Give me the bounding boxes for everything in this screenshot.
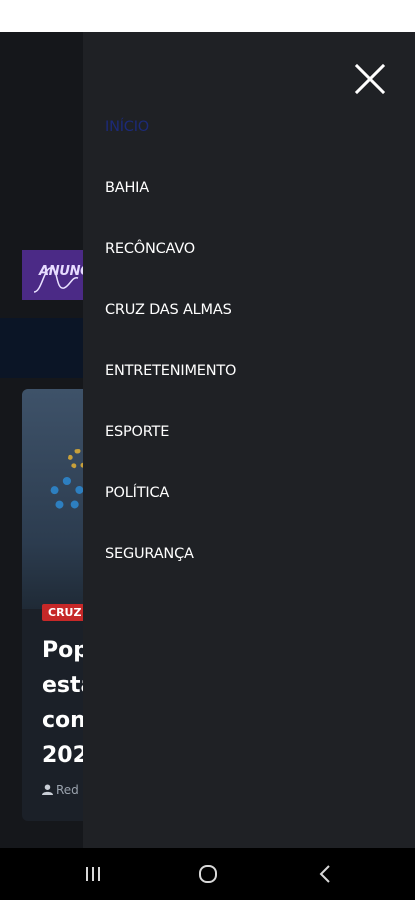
menu-item-reconcavo[interactable]: RECÔNCAVO [105, 242, 236, 303]
menu-item-politica[interactable]: POLÍTICA [105, 486, 236, 547]
navigation-drawer: INÍCIO BAHIA RECÔNCAVO CRUZ DAS ALMAS EN… [83, 32, 415, 848]
close-button[interactable] [353, 62, 387, 96]
gear-icon [50, 477, 84, 511]
home-button[interactable] [196, 862, 220, 886]
menu-item-bahia[interactable]: BAHIA [105, 181, 236, 242]
dimmed-page: ANUNC CRUZ Pop esta con 202 Red INÍCIO B… [0, 32, 415, 848]
back-button[interactable] [313, 862, 337, 886]
menu-item-inicio[interactable]: INÍCIO [105, 120, 236, 181]
status-bar [0, 0, 415, 32]
recents-icon [86, 867, 100, 881]
menu-item-esporte[interactable]: ESPORTE [105, 425, 236, 486]
menu-item-entretenimento[interactable]: ENTRETENIMENTO [105, 364, 236, 425]
author-name: Red [56, 783, 79, 797]
category-badge[interactable]: CRUZ [42, 604, 88, 621]
menu-item-seguranca[interactable]: SEGURANÇA [105, 547, 236, 608]
close-icon [354, 63, 386, 95]
home-icon [199, 865, 217, 883]
system-navigation-bar [0, 848, 415, 900]
ad-banner-text: ANUNC [39, 264, 90, 279]
back-icon [319, 865, 330, 883]
menu-item-cruz-das-almas[interactable]: CRUZ DAS ALMAS [105, 303, 236, 364]
drawer-menu: INÍCIO BAHIA RECÔNCAVO CRUZ DAS ALMAS EN… [105, 120, 236, 608]
recents-button[interactable] [81, 862, 105, 886]
author-line: Red [42, 783, 79, 797]
user-icon [42, 784, 53, 795]
